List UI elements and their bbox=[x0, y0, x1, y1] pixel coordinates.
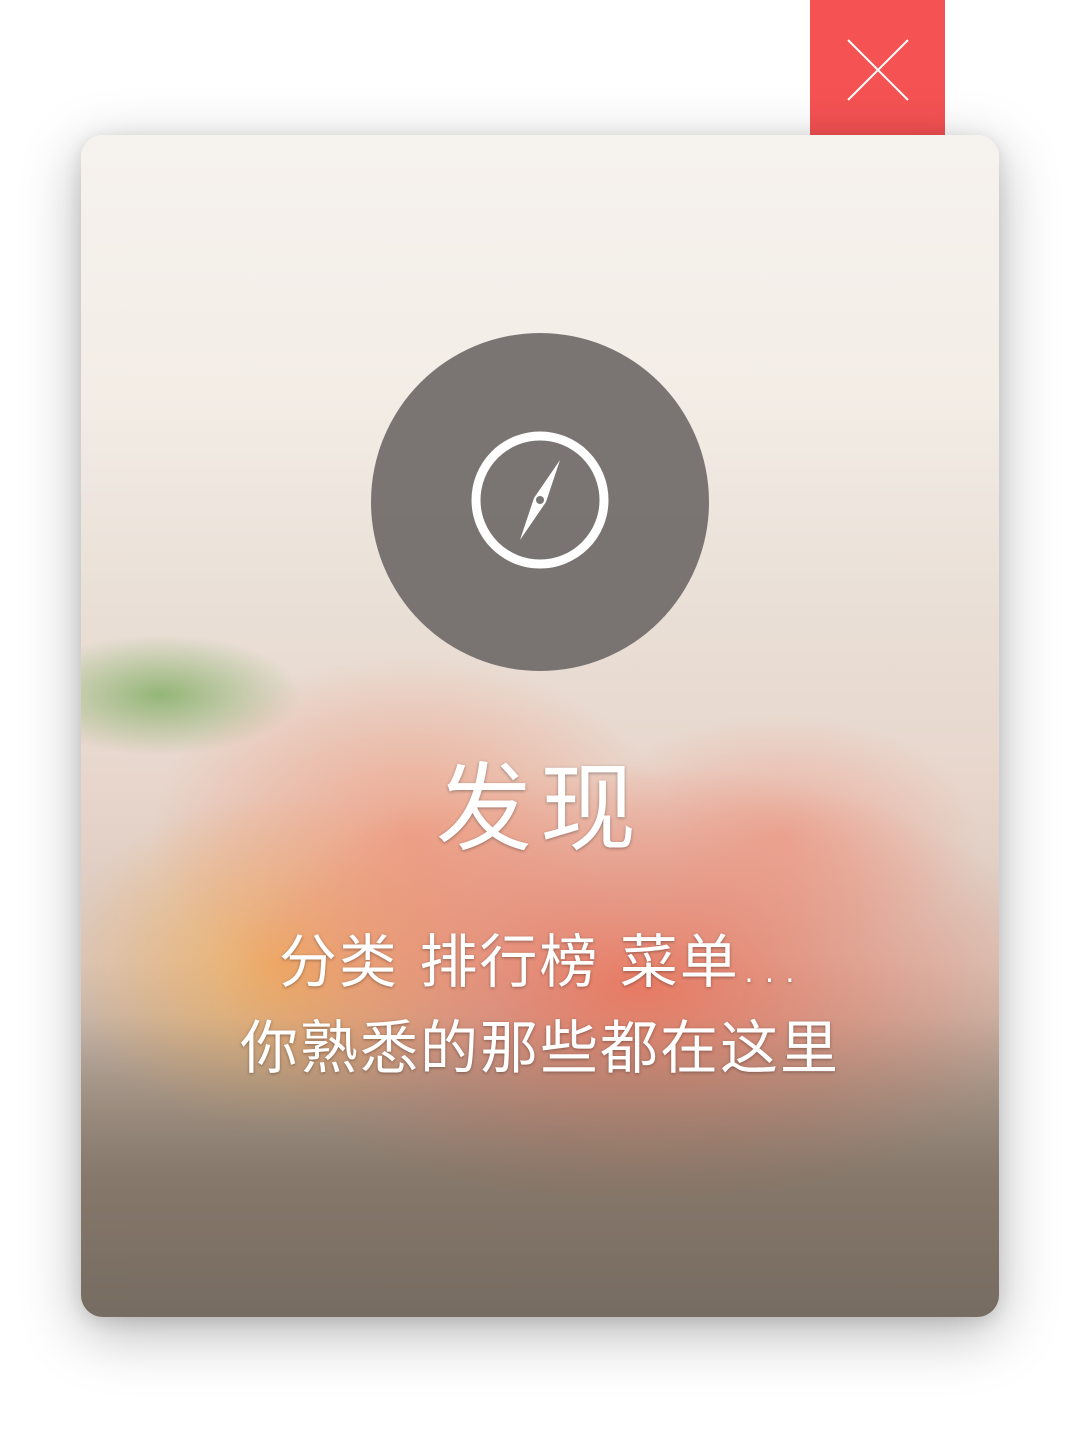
intro-title: 发现 bbox=[436, 753, 644, 865]
feature-intro-screen: 发现 分类 排行榜 菜单... 你熟悉的那些都在这里 bbox=[0, 0, 1080, 1452]
intro-card: 发现 分类 排行榜 菜单... 你熟悉的那些都在这里 bbox=[81, 135, 999, 1317]
intro-subtitle-line2: 你熟悉的那些都在这里 bbox=[239, 1014, 840, 1082]
close-icon bbox=[846, 38, 910, 102]
compass-badge bbox=[371, 333, 709, 671]
intro-subtitle-line1: 分类 排行榜 菜单... bbox=[278, 928, 802, 996]
close-button[interactable] bbox=[810, 0, 945, 140]
compass-icon bbox=[468, 428, 612, 576]
